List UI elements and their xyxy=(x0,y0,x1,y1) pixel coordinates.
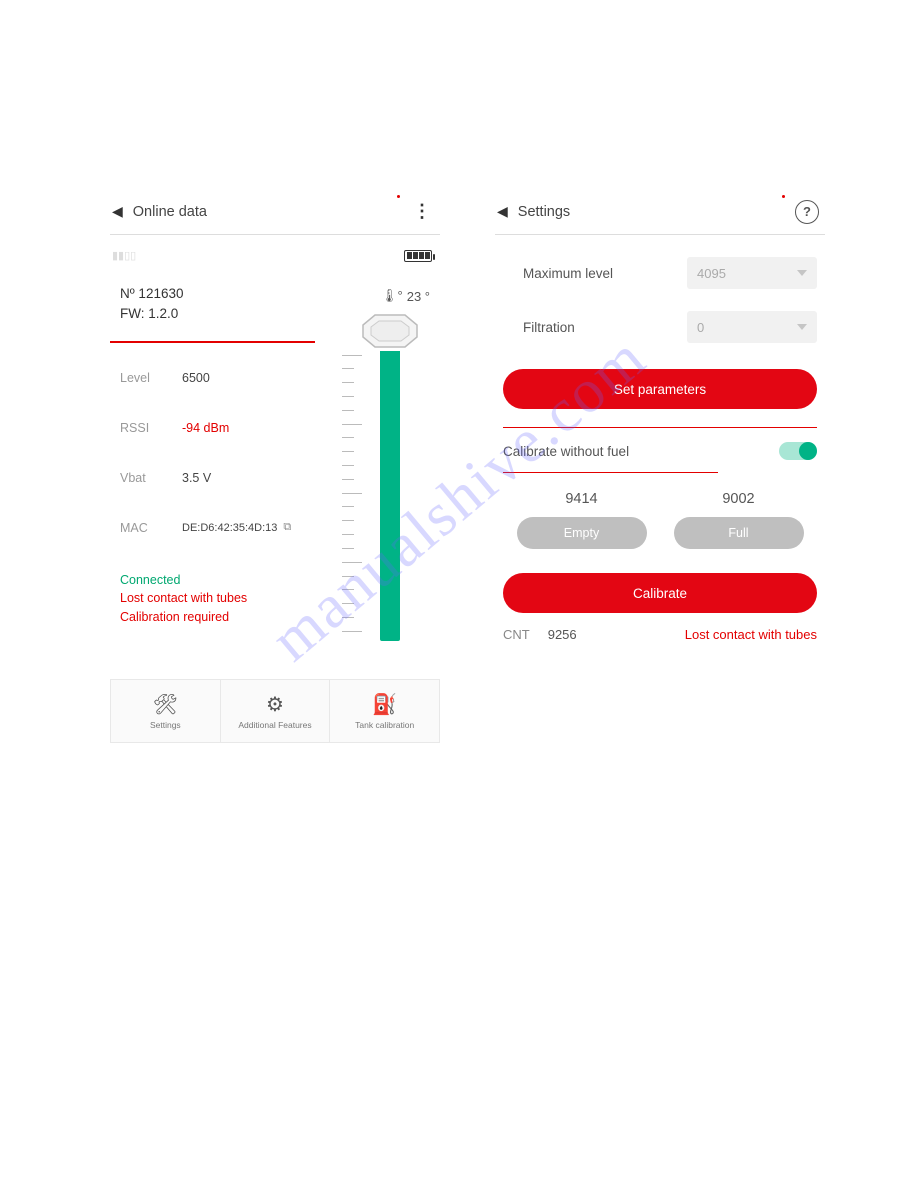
cnt-row: CNT 9256 Lost contact with tubes xyxy=(495,613,825,656)
header: ◀ Settings ? xyxy=(495,195,825,235)
header: ◀ Online data ⋮ xyxy=(110,195,440,235)
back-icon[interactable]: ◀ xyxy=(112,203,123,220)
status-lost: Lost contact with tubes xyxy=(120,589,340,608)
level-row: Level 6500 xyxy=(120,371,340,385)
full-value: 9002 xyxy=(722,491,754,507)
sensor-cap-icon xyxy=(355,311,425,351)
gear-icon: ⚙ xyxy=(266,692,284,717)
settings-panel: ◀ Settings ? Maximum level 4095 Filtrati… xyxy=(495,195,825,743)
status-bar: ▮▮▯▯ xyxy=(110,235,440,276)
online-data-panel: ◀ Online data ⋮ ▮▮▯▯ Nº 121630 FW: 1.2.0… xyxy=(110,195,440,743)
temperature: 🌡° 23 ° xyxy=(381,288,430,304)
copy-icon[interactable]: ⧉ xyxy=(283,521,291,534)
cnt-label: CNT xyxy=(503,627,530,642)
gauge-scale xyxy=(342,355,372,645)
status-connected: Connected xyxy=(120,571,340,590)
device-number: Nº 121630 xyxy=(120,284,371,304)
calibration-values: 9414 Empty 9002 Full xyxy=(495,473,825,559)
bottom-nav: 🛠 Settings ⚙ Additional Features ⛽ Tank … xyxy=(110,679,440,743)
fuel-can-icon: ⛽ xyxy=(372,692,397,717)
empty-button[interactable]: Empty xyxy=(517,517,647,549)
toggle-knob xyxy=(799,442,817,460)
cnt-error: Lost contact with tubes xyxy=(685,627,817,642)
help-icon[interactable]: ? xyxy=(795,200,819,224)
status-messages: Connected Lost contact with tubes Calibr… xyxy=(120,571,340,627)
filtration-select[interactable]: 0 xyxy=(687,311,817,343)
tools-icon: 🛠 xyxy=(153,692,178,717)
gauge-tube xyxy=(380,351,400,641)
mac-row: MAC DE:D6:42:35:4D:13 ⧉ xyxy=(120,521,340,535)
filtration-row: Filtration 0 xyxy=(503,311,817,343)
notification-dot xyxy=(782,195,785,198)
nav-additional[interactable]: ⚙ Additional Features xyxy=(221,680,331,742)
page-title: Online data xyxy=(133,204,409,220)
fuel-gauge xyxy=(340,311,440,641)
notification-dot xyxy=(397,195,400,198)
status-calibration: Calibration required xyxy=(120,608,340,627)
maximum-level-select[interactable]: 4095 xyxy=(687,257,817,289)
set-parameters-button[interactable]: Set parameters xyxy=(503,369,817,409)
page-title: Settings xyxy=(518,204,795,220)
readings: Level 6500 RSSI -94 dBm Vbat 3.5 V MAC D… xyxy=(110,371,340,641)
kebab-menu-icon[interactable]: ⋮ xyxy=(409,201,434,222)
firmware-version: FW: 1.2.0 xyxy=(120,304,371,324)
calibrate-button[interactable]: Calibrate xyxy=(503,573,817,613)
cnt-value: 9256 xyxy=(548,627,685,642)
signal-icon: ▮▮▯▯ xyxy=(112,249,136,262)
nav-settings[interactable]: 🛠 Settings xyxy=(111,680,221,742)
rssi-row: RSSI -94 dBm xyxy=(120,421,340,435)
thermometer-icon: 🌡° xyxy=(381,288,403,304)
back-icon[interactable]: ◀ xyxy=(497,203,508,220)
empty-value: 9414 xyxy=(565,491,597,507)
calibrate-without-fuel-toggle[interactable] xyxy=(779,442,817,460)
full-button[interactable]: Full xyxy=(674,517,804,549)
vbat-row: Vbat 3.5 V xyxy=(120,471,340,485)
calibrate-without-fuel-row: Calibrate without fuel xyxy=(495,428,825,472)
nav-tank-calibration[interactable]: ⛽ Tank calibration xyxy=(330,680,439,742)
maximum-level-row: Maximum level 4095 xyxy=(503,257,817,289)
battery-icon xyxy=(404,250,432,262)
